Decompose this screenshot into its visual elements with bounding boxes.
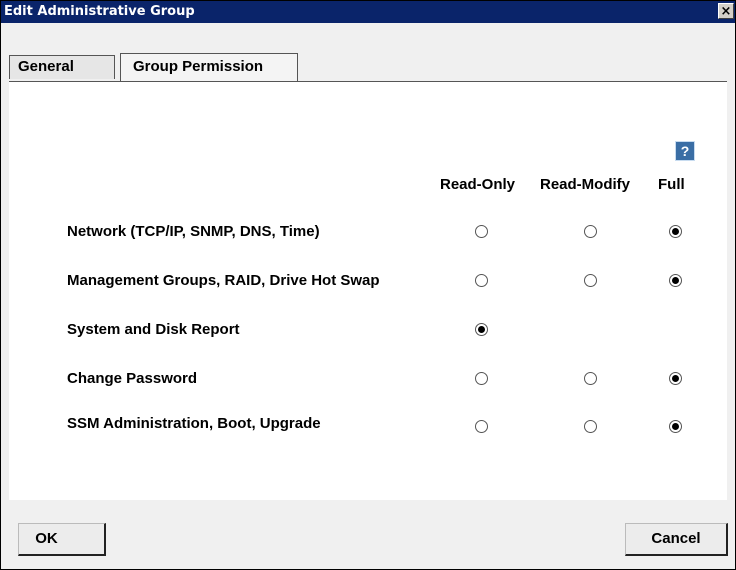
radio-ssm-administration-full[interactable] bbox=[669, 420, 682, 433]
edit-administrative-group-dialog: Edit Administrative Group × General Grou… bbox=[0, 0, 736, 570]
row-label-change-password: Change Password bbox=[67, 370, 198, 387]
radio-network-full[interactable] bbox=[669, 225, 682, 238]
radio-network-read-only[interactable] bbox=[475, 225, 488, 238]
radio-change-password-full[interactable] bbox=[669, 372, 682, 385]
tab-strip: General Group Permission bbox=[1, 23, 735, 83]
title-bar[interactable]: Edit Administrative Group × bbox=[1, 1, 735, 23]
radio-ssm-administration-read-modify[interactable] bbox=[584, 420, 597, 433]
radio-network-read-modify[interactable] bbox=[584, 225, 597, 238]
radio-management-read-only[interactable] bbox=[475, 274, 488, 287]
help-icon[interactable]: ? bbox=[675, 141, 695, 161]
column-header-read-only: Read-Only bbox=[440, 176, 516, 193]
radio-management-full[interactable] bbox=[669, 274, 682, 287]
radio-management-read-modify[interactable] bbox=[584, 274, 597, 287]
radio-change-password-read-only[interactable] bbox=[475, 372, 488, 385]
row-label-ssm-administration: SSM Administration, Boot, Upgrade bbox=[67, 415, 321, 432]
cancel-button[interactable]: Cancel bbox=[625, 523, 728, 556]
ok-button[interactable]: OK bbox=[18, 523, 106, 556]
window-title: Edit Administrative Group bbox=[4, 4, 195, 19]
row-label-network: Network (TCP/IP, SNMP, DNS, Time) bbox=[67, 223, 320, 240]
row-label-system-disk-report: System and Disk Report bbox=[67, 321, 240, 338]
radio-change-password-read-modify[interactable] bbox=[584, 372, 597, 385]
tab-general[interactable]: General bbox=[9, 55, 115, 79]
tab-group-permission[interactable]: Group Permission bbox=[120, 53, 298, 81]
column-header-full: Full bbox=[658, 176, 685, 193]
radio-ssm-administration-read-only[interactable] bbox=[475, 420, 488, 433]
close-button[interactable]: × bbox=[718, 3, 734, 19]
column-header-read-modify: Read-Modify bbox=[540, 176, 630, 193]
radio-system-disk-report-read-only[interactable] bbox=[475, 323, 488, 336]
permission-panel bbox=[9, 81, 727, 500]
row-label-management-groups: Management Groups, RAID, Drive Hot Swap bbox=[67, 272, 380, 289]
